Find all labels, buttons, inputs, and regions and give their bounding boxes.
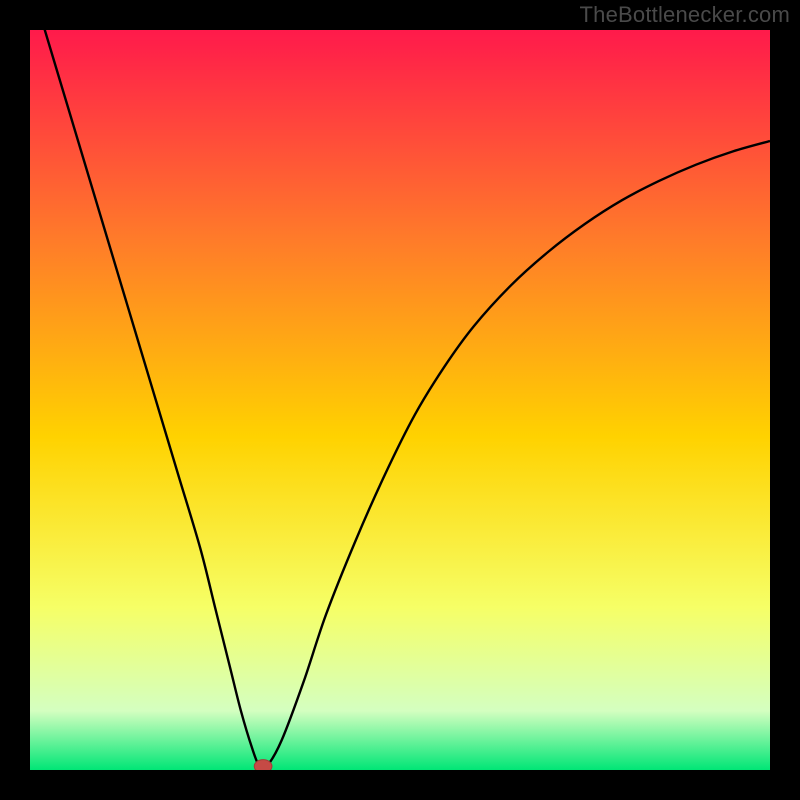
plot-area (30, 30, 770, 770)
watermark-label: TheBottlenecker.com (580, 2, 790, 28)
chart-svg (30, 30, 770, 770)
chart-container: TheBottlenecker.com (0, 0, 800, 800)
minimum-marker (254, 760, 272, 770)
gradient-background (30, 30, 770, 770)
